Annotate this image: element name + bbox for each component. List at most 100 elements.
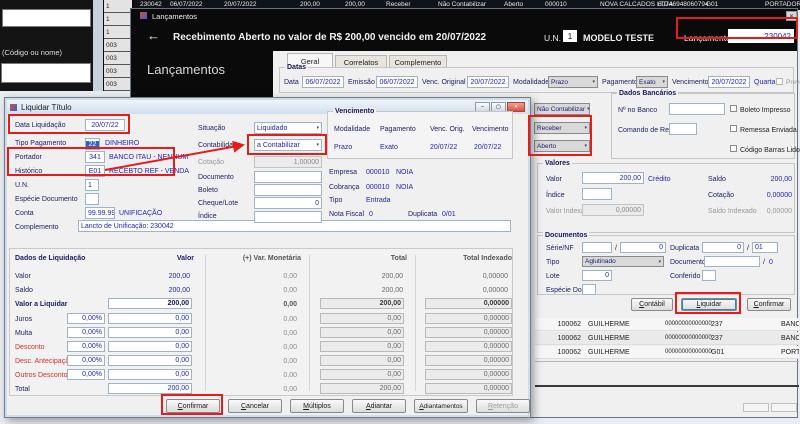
emissao-input[interactable]: 06/07/2022: [376, 76, 418, 88]
cancelar-button[interactable]: Cancelar: [228, 399, 282, 413]
documento-input[interactable]: [704, 256, 760, 267]
tipo-pagamento-input[interactable]: 22: [85, 138, 100, 150]
outros-descontos-valor-input[interactable]: 0,00: [108, 369, 192, 380]
desc-antecipacao-pct-input[interactable]: 0,00%: [67, 355, 105, 366]
data-liquidacao-input[interactable]: 20/07/22: [85, 119, 125, 131]
remessa-enviada-checkbox[interactable]: [730, 125, 737, 132]
un-dialog-label: U.N.: [15, 182, 29, 190]
separator-line-dark: [535, 385, 799, 387]
cotacao-value: 0,00000: [760, 192, 792, 200]
grid-cell-id: 230042: [140, 1, 162, 8]
venc-v-pagamento: Exato: [380, 144, 398, 152]
adiantar-button[interactable]: Adiantar: [352, 399, 406, 413]
screen: { "icons": { "back":"←", "close":"✕", "m…: [0, 0, 800, 424]
desconto-valor-input[interactable]: 0,00: [108, 341, 192, 352]
dialog-title: Liquidar Título: [21, 103, 72, 112]
window-titlebar[interactable]: Lançamentos ✕: [131, 9, 797, 23]
multa-valor-input[interactable]: 0,00: [108, 327, 192, 338]
valor-a-liquidar-input[interactable]: 200,00: [108, 298, 192, 309]
desc-antecipacao-valor-input[interactable]: 0,00: [108, 355, 192, 366]
row-header[interactable]: 003: [104, 52, 132, 65]
table-row[interactable]: 100062 GUILHERME 00000000000000 237 BANC…: [535, 318, 799, 331]
codigo-barras-checkbox[interactable]: [730, 145, 737, 152]
confirmar-button[interactable]: Confirmar: [166, 399, 220, 413]
valor-input[interactable]: 200,00: [582, 172, 644, 184]
especie-documento-label: Espécie Documento: [15, 196, 78, 204]
table-row[interactable]: 100062 GUILHERME 00000000000000 237 BANC…: [535, 332, 799, 345]
data-input[interactable]: 06/07/2022: [302, 76, 344, 88]
un-value-box[interactable]: 1: [563, 30, 577, 42]
window-close-button[interactable]: ✕: [786, 11, 797, 21]
historico-label: Histórico: [15, 168, 42, 176]
aberto-dropdown[interactable]: Aberto▾: [534, 140, 590, 152]
receber-dropdown[interactable]: Receber▾: [534, 122, 590, 134]
confirmar-panel-button[interactable]: Confirmar: [747, 298, 791, 311]
vencimento-input[interactable]: 20/07/2022: [708, 76, 750, 88]
n-banco-label: Nº no Banco: [618, 107, 657, 115]
serie-input[interactable]: [582, 242, 612, 253]
conferido-input[interactable]: [702, 270, 716, 281]
lancamento-value-input[interactable]: 230042: [728, 29, 794, 43]
grid-row-juros: Juros 0,00% 0,00 0,00 0,00 0,00000: [10, 315, 512, 327]
modalidade-dropdown[interactable]: Prazo▾: [548, 76, 598, 88]
vencimento-legend: Vencimento: [333, 108, 376, 115]
code-or-name-input[interactable]: [1, 63, 91, 83]
indice-input[interactable]: [582, 188, 612, 200]
cheque-lote-input[interactable]: 0: [254, 197, 322, 209]
contabil-button[interactable]: Contábil: [631, 298, 673, 311]
contabilidade-dropdown[interactable]: a Contabilizar▾: [254, 139, 322, 151]
documento-separator: /: [763, 259, 765, 267]
conta-input[interactable]: 99.99.99: [85, 207, 115, 219]
table-row[interactable]: 100062 GUILHERME 00000000000000 G01 PORT…: [535, 346, 799, 359]
boleto-dialog-input[interactable]: [254, 184, 322, 196]
row-header[interactable]: 003: [104, 39, 132, 52]
venc-original-input[interactable]: 20/07/2022: [467, 76, 509, 88]
row-header[interactable]: 003: [104, 78, 132, 91]
historico-input[interactable]: E01: [85, 165, 105, 177]
lote-input[interactable]: 0: [582, 270, 612, 281]
multiplos-button[interactable]: Múltiplos: [290, 399, 344, 413]
back-icon[interactable]: ←: [147, 28, 160, 43]
un-label: U.N.: [544, 33, 561, 43]
row-header[interactable]: 003: [104, 65, 132, 78]
juros-valor-input[interactable]: 0,00: [108, 313, 192, 324]
chevron-down-icon: ▾: [584, 143, 587, 149]
documento-dialog-input[interactable]: [254, 171, 322, 183]
duplicata2-input[interactable]: 01: [752, 242, 778, 253]
boleto-impresso-checkbox[interactable]: [730, 105, 737, 112]
pagamento-label: Pagamento: [602, 79, 638, 87]
tipo-dropdown[interactable]: Aglutinado▾: [582, 256, 664, 267]
comando-remessa-input[interactable]: [669, 123, 697, 135]
chevron-down-icon: ▾: [658, 259, 661, 265]
contabilizar-dropdown[interactable]: Não Contabilizar▾: [534, 103, 590, 115]
portador-input[interactable]: 341: [85, 151, 105, 163]
code-input-top[interactable]: [2, 9, 91, 27]
adiantamentos-button[interactable]: Adiantamentos: [414, 399, 468, 413]
indice-dialog-input[interactable]: [254, 211, 322, 223]
historico-desc: RECEBTO REF - VENDA: [109, 168, 189, 176]
situacao-dropdown[interactable]: Liquidado▾: [254, 122, 322, 134]
n-banco-input[interactable]: [669, 103, 725, 115]
duplicata-input[interactable]: 0: [702, 242, 744, 253]
valores-legend: Valores: [543, 160, 572, 167]
row-header[interactable]: 1: [104, 13, 132, 26]
row-header[interactable]: 1: [104, 0, 132, 13]
outros-descontos-pct-input[interactable]: 0,00%: [67, 369, 105, 380]
desconto-pct-input[interactable]: 0,00%: [67, 341, 105, 352]
cobranca-code: 000010: [366, 184, 389, 192]
pagamento-dropdown[interactable]: Exato▾: [636, 76, 668, 88]
previsao-checkbox[interactable]: [776, 78, 783, 85]
un-dialog-input[interactable]: 1: [85, 179, 99, 191]
row-header[interactable]: 1: [104, 26, 132, 39]
duplicata-dialog-value: 0/01: [442, 211, 456, 219]
grid-cell-contab: Não Contabilizar: [438, 1, 486, 8]
venc-h-venc-orig: Venc. Orig.: [430, 126, 465, 134]
multa-pct-input[interactable]: 0,00%: [67, 327, 105, 338]
juros-pct-input[interactable]: 0,00%: [67, 313, 105, 324]
especie-doc-input[interactable]: [582, 284, 596, 295]
complemento-label: Complemento: [15, 224, 59, 232]
liquidar-button[interactable]: Liquidar: [681, 298, 737, 311]
nf-input[interactable]: 0: [620, 242, 666, 253]
app-icon: [140, 12, 147, 19]
especie-documento-input[interactable]: [85, 193, 99, 205]
